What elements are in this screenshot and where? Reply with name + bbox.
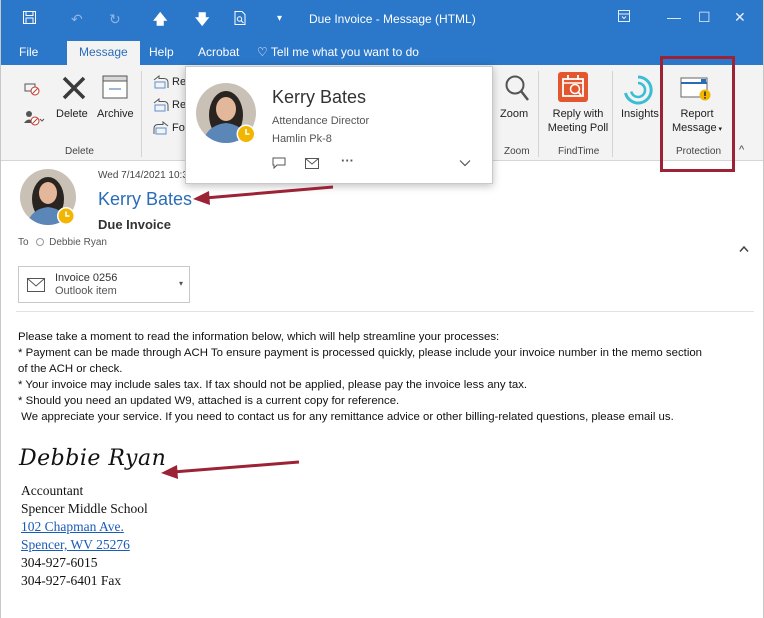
highlight-box <box>660 56 735 172</box>
reply-icon[interactable] <box>153 74 169 94</box>
zoom-icon[interactable] <box>504 74 530 107</box>
forward-icon[interactable] <box>153 120 169 140</box>
contact-avatar[interactable] <box>196 83 258 145</box>
more-options-icon[interactable]: ··· <box>341 153 354 168</box>
sender-avatar[interactable] <box>20 169 78 227</box>
archive-icon[interactable] <box>102 75 128 104</box>
save-icon[interactable] <box>23 11 36 27</box>
tab-message[interactable]: Message <box>67 41 140 65</box>
to-label: To <box>18 237 29 248</box>
message-date: Wed 7/14/2021 10:36 <box>98 170 194 181</box>
redo-icon[interactable]: ↻ <box>109 11 121 27</box>
close-icon[interactable]: ✕ <box>734 9 746 26</box>
title-bar: ↶ ↻ 🡅 🡇 ▾ Due Invoice - Message (HTML) —… <box>1 0 763 41</box>
body-line: * Should you need an updated W9, attache… <box>18 395 400 407</box>
envelope-icon <box>27 278 45 297</box>
contact-name: Kerry Bates <box>272 87 367 107</box>
reply-all-icon[interactable] <box>153 97 169 117</box>
meeting-poll-label-line2: Meeting Poll <box>547 122 609 134</box>
body-line: We appreciate your service. If you need … <box>18 411 674 423</box>
tab-acrobat[interactable]: Acrobat <box>198 45 239 59</box>
body-line: of the ACH or check. <box>18 363 123 375</box>
maximize-icon[interactable]: ☐ <box>698 9 711 26</box>
meeting-poll-label-line1: Reply with <box>552 108 604 120</box>
recipient-presence-icon <box>36 238 45 246</box>
signature-fax: 304-927-6401 Fax <box>21 573 122 588</box>
attachment-type: Outlook item <box>55 285 117 297</box>
reply-all-button[interactable]: Re <box>172 99 186 111</box>
body-line: Please take a moment to read the informa… <box>18 331 500 343</box>
minimize-icon[interactable]: — <box>667 9 681 25</box>
archive-button[interactable]: Archive <box>97 107 134 121</box>
collapse-ribbon-icon[interactable]: ^ <box>739 144 744 156</box>
arrow-to-sender <box>193 185 334 205</box>
insights-button[interactable]: Insights <box>621 107 659 121</box>
signature-phone: 304-927-6015 <box>21 555 98 570</box>
next-item-icon[interactable]: 🡇 <box>195 11 209 27</box>
delete-button[interactable]: Delete <box>56 107 88 121</box>
collapse-header-icon[interactable] <box>739 241 749 256</box>
findtime-group-label: FindTime <box>558 146 600 157</box>
sender-name[interactable]: Kerry Bates <box>98 189 192 210</box>
contact-card-popup: Kerry Bates Attendance Director Hamlin P… <box>185 66 493 184</box>
delete-icon[interactable] <box>61 75 87 106</box>
contact-role: Attendance Director <box>272 115 370 127</box>
lightbulb-icon: ♡ <box>257 45 268 59</box>
undo-icon[interactable]: ↶ <box>71 11 83 27</box>
meeting-poll-icon[interactable] <box>557 71 589 108</box>
expand-card-icon[interactable] <box>459 155 471 170</box>
contact-organization: Hamlin Pk-8 <box>272 133 332 145</box>
delete-group-label: Delete <box>65 146 94 157</box>
reply-button[interactable]: Re <box>172 76 186 88</box>
body-line: * Payment can be made through ACH To ens… <box>18 347 703 359</box>
ribbon-display-options-icon[interactable] <box>618 9 630 25</box>
junk-icon[interactable] <box>23 109 45 132</box>
zoom-button[interactable]: Zoom <box>500 107 528 121</box>
customize-toolbar-icon[interactable]: ▾ <box>277 11 282 27</box>
recipient-line: To Debbie Ryan <box>18 237 107 248</box>
attachment-dropdown-icon[interactable]: ▾ <box>179 279 183 288</box>
ribbon-tabs: File Message Help Acrobat ♡ Tell me what… <box>1 41 763 65</box>
attachment-name: Invoice 0256 <box>55 272 118 284</box>
previous-item-icon[interactable]: 🡅 <box>153 11 167 27</box>
tell-me-search[interactable]: ♡ Tell me what you want to do <box>257 45 419 59</box>
signature-script-name: Debbie Ryan <box>19 446 167 471</box>
signature-title: Accountant <box>21 483 84 498</box>
tab-help[interactable]: Help <box>149 45 174 59</box>
ignore-icon[interactable] <box>23 79 41 102</box>
arrow-to-signature <box>161 460 300 479</box>
message-subject: Due Invoice <box>98 217 171 232</box>
reply-with-meeting-poll-button[interactable]: Reply with Meeting Poll <box>545 107 611 135</box>
forward-button[interactable]: Fo <box>172 122 185 134</box>
signature-address-link[interactable]: 102 Chapman Ave. <box>21 519 124 535</box>
outlook-message-window: ↶ ↻ 🡅 🡇 ▾ Due Invoice - Message (HTML) —… <box>0 0 764 618</box>
signature-city-link[interactable]: Spencer, WV 25276 <box>21 537 130 553</box>
divider <box>16 311 754 312</box>
email-icon[interactable] <box>305 157 319 172</box>
attachment-item[interactable]: Invoice 0256 Outlook item ▾ <box>18 266 190 303</box>
ribbon-separator <box>612 71 613 157</box>
print-preview-icon[interactable] <box>234 11 246 28</box>
recipient-name[interactable]: Debbie Ryan <box>49 237 107 248</box>
ribbon-separator <box>141 71 142 157</box>
zoom-group-label: Zoom <box>504 146 530 157</box>
ribbon-separator <box>538 71 539 157</box>
chat-icon[interactable] <box>272 157 286 172</box>
body-line: * Your invoice may include sales tax. If… <box>18 379 528 391</box>
signature-school: Spencer Middle School <box>21 501 148 516</box>
tab-file[interactable]: File <box>19 45 38 59</box>
tell-me-label: Tell me what you want to do <box>270 45 419 59</box>
window-title: Due Invoice - Message (HTML) <box>309 12 476 26</box>
